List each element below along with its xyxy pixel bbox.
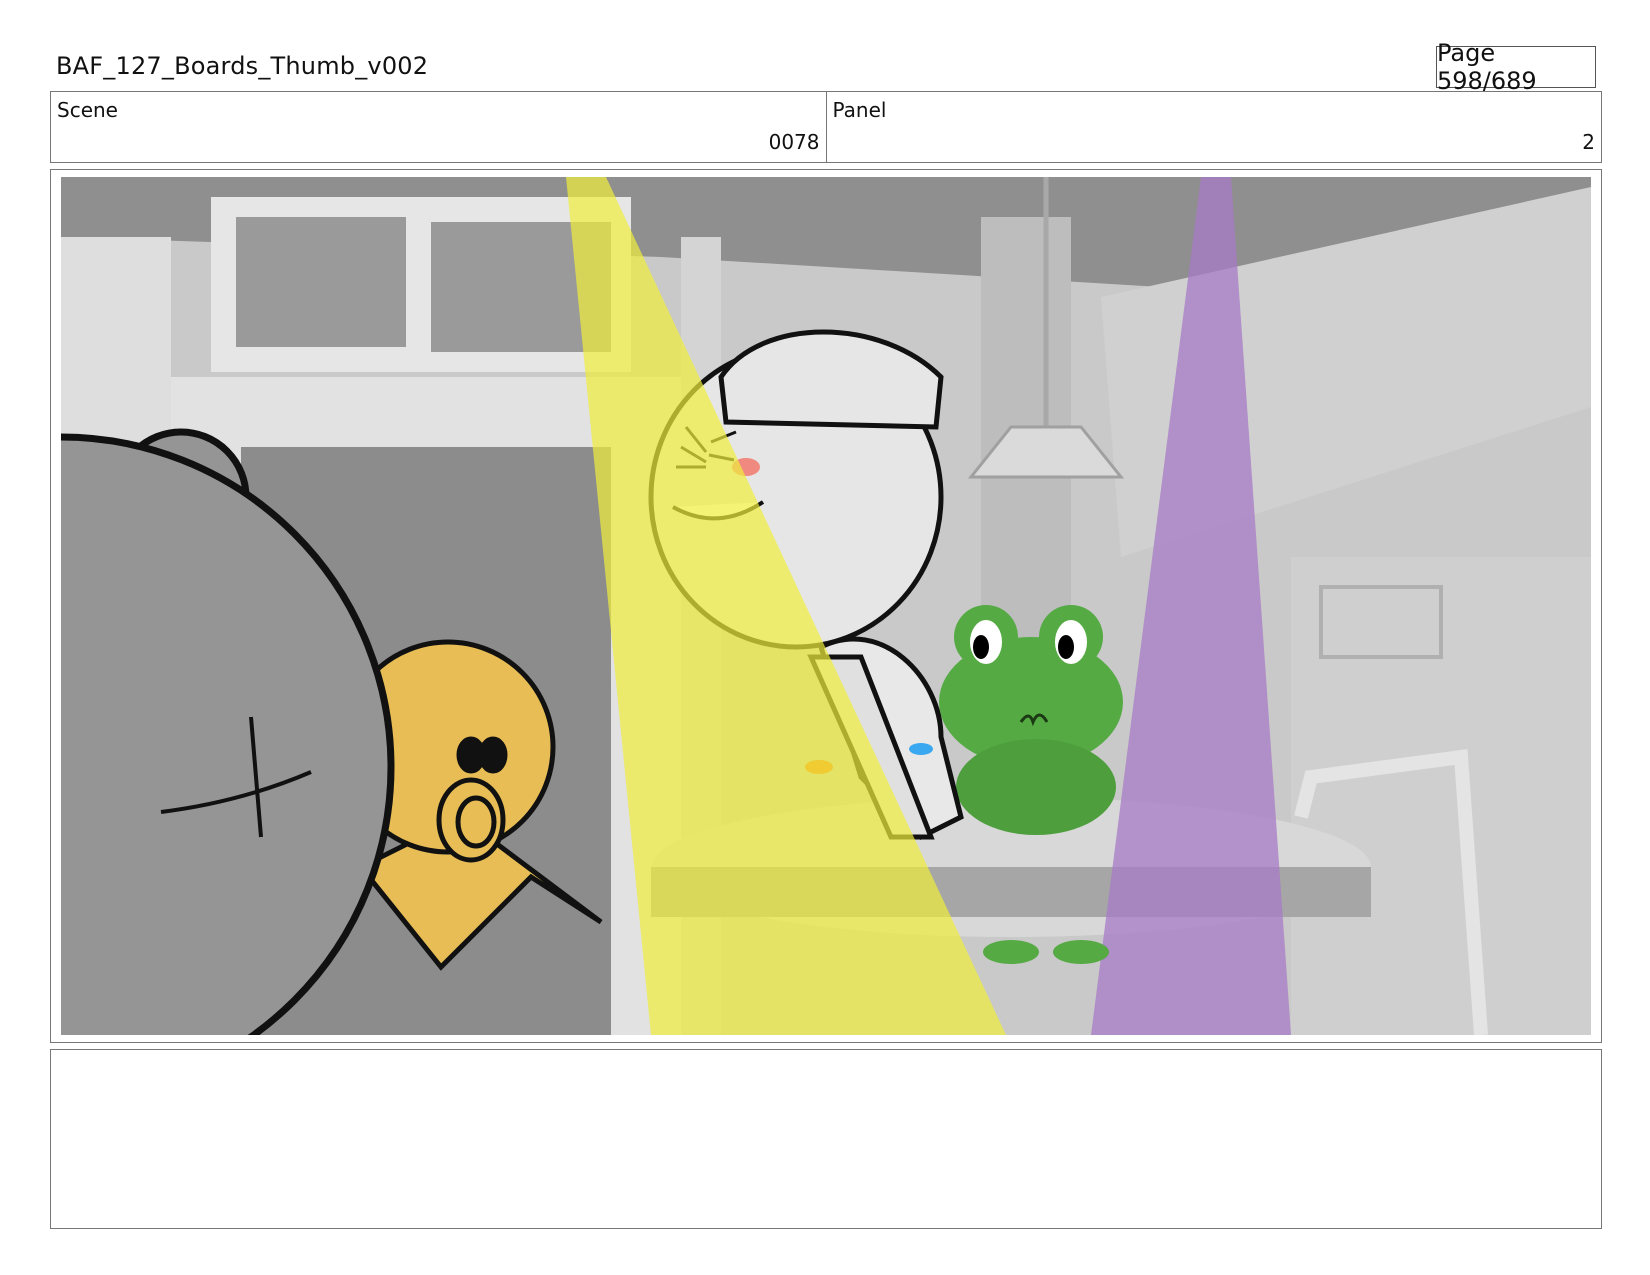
upper-window-left [236, 217, 406, 347]
scene-cell: Scene 0078 [51, 92, 826, 162]
blue-spark [909, 743, 933, 755]
panel-cell: Panel 2 [825, 92, 1602, 162]
scene-number: 0078 [768, 130, 820, 154]
storyboard-drawing [61, 177, 1591, 1035]
storyboard-panel-image [61, 177, 1591, 1035]
document-title: BAF_127_Boards_Thumb_v002 [56, 52, 429, 80]
panel-label: Panel [832, 98, 887, 122]
scene-panel-info: Scene 0078 Panel 2 [50, 91, 1602, 163]
panel-number: 2 [1582, 130, 1595, 154]
panel-notes-box [50, 1049, 1602, 1229]
scene-label: Scene [57, 98, 118, 122]
page-counter: Page 598/689 [1436, 39, 1596, 95]
